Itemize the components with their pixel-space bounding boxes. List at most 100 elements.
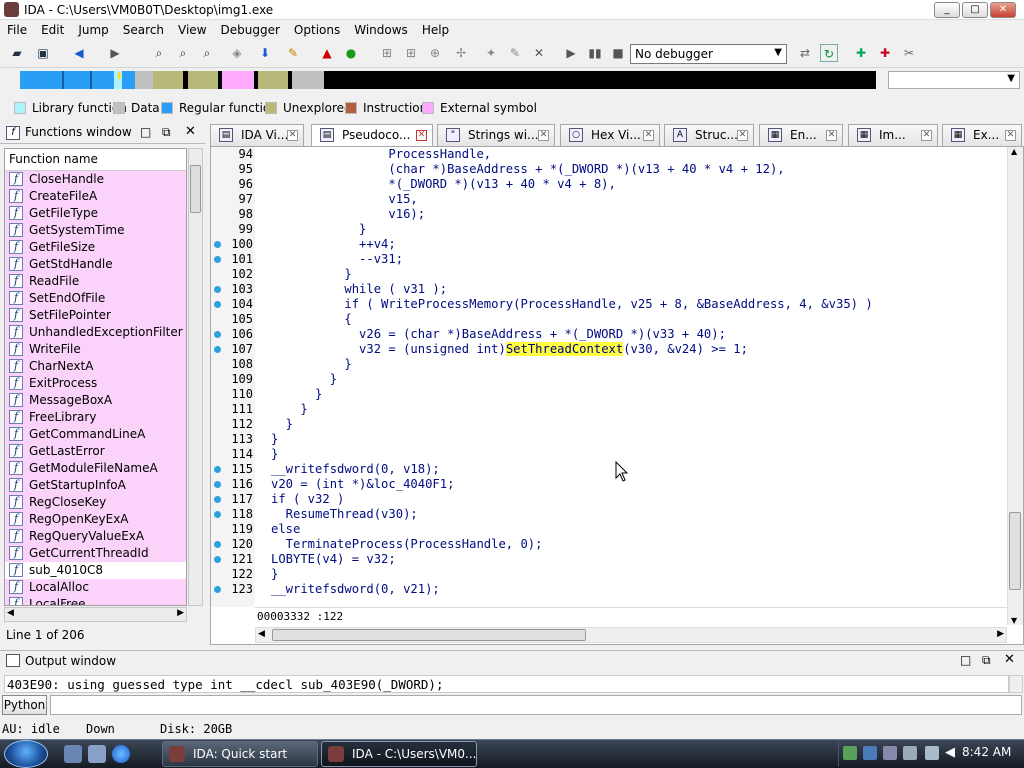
maximize-button[interactable]: □ — [962, 2, 988, 18]
code-line[interactable]: } — [271, 402, 307, 417]
breakpoint-dot-icon[interactable] — [214, 331, 221, 338]
output-scrollbar[interactable] — [1009, 675, 1023, 693]
breakpoint-dot-icon[interactable] — [214, 541, 221, 548]
close-icon[interactable]: ✕ — [416, 130, 427, 141]
highlighted-identifier[interactable]: SetThreadContext — [505, 342, 624, 356]
menu-help[interactable]: Help — [415, 20, 456, 40]
xref-icon[interactable]: ✢ — [452, 44, 470, 62]
code-line[interactable]: } — [271, 372, 337, 387]
code-vscroll-thumb[interactable] — [1009, 512, 1021, 590]
code-line[interactable]: } — [271, 417, 293, 432]
pause-icon[interactable]: ▮▮ — [586, 44, 604, 62]
tray-app-icon[interactable] — [843, 746, 857, 760]
function-list-item[interactable]: f RegOpenKeyExA — [5, 511, 186, 528]
close-icon[interactable]: ✕ — [1004, 652, 1015, 667]
forward-arrow-icon[interactable]: ▶ — [106, 44, 124, 62]
menu-file[interactable]: File — [0, 20, 34, 40]
tab-imports[interactable]: ▦ Im... ✕ — [848, 124, 938, 146]
immediate-search-icon[interactable]: ⌕ — [198, 44, 216, 62]
open-file-icon[interactable]: ▰ — [8, 44, 26, 62]
struct-icon[interactable]: ⊞ — [402, 44, 420, 62]
tab-pseudocode[interactable]: ▤ Pseudoco... ✕ — [311, 124, 433, 147]
tab-structures[interactable]: A Struc... ✕ — [664, 124, 754, 146]
add-breakpoint-icon[interactable]: ✚ — [852, 44, 870, 62]
code-line[interactable]: } — [271, 567, 278, 582]
code-area[interactable]: ProcessHandle, (char *)BaseAddress + *(_… — [255, 147, 1007, 607]
tab-hex-view[interactable]: ○ Hex Vi... ✕ — [560, 124, 660, 146]
code-line[interactable]: while ( v31 ); — [271, 282, 447, 297]
tab-enums[interactable]: ▦ En... ✕ — [759, 124, 843, 146]
code-line[interactable]: } — [271, 222, 366, 237]
function-list-item[interactable]: f MessageBoxA — [5, 392, 186, 409]
code-line[interactable]: v32 = (unsigned int)SetThreadContext(v30… — [271, 342, 748, 357]
code-line[interactable]: v15, — [271, 192, 417, 207]
function-list-item[interactable]: f GetFileType — [5, 205, 186, 222]
code-line[interactable]: __writefsdword(0, v18); — [271, 462, 440, 477]
column-header-function-name[interactable]: Function name — [5, 149, 186, 171]
function-list-item[interactable]: f sub_4010C8 — [5, 562, 186, 579]
function-list-item[interactable]: f ReadFile — [5, 273, 186, 290]
attach-icon[interactable]: ⇄ — [796, 44, 814, 62]
function-list-item[interactable]: f GetLastError — [5, 443, 186, 460]
tools-icon[interactable]: ✂ — [900, 44, 918, 62]
function-list-item[interactable]: f WriteFile — [5, 341, 186, 358]
breakpoint-dot-icon[interactable] — [214, 301, 221, 308]
close-icon[interactable]: ✕ — [643, 130, 654, 141]
function-list-item[interactable]: f FreeLibrary — [5, 409, 186, 426]
refresh-icon[interactable]: ↻ — [820, 44, 838, 62]
code-line[interactable]: LOBYTE(v4) = v32; — [271, 552, 396, 567]
text-search-icon[interactable]: ⌕ — [174, 44, 192, 62]
function-list-item[interactable]: f LocalAlloc — [5, 579, 186, 596]
binary-search-icon[interactable]: ⌕ — [150, 44, 168, 62]
code-line[interactable]: { — [271, 312, 351, 327]
code-line[interactable]: TerminateProcess(ProcessHandle, 0); — [271, 537, 543, 552]
back-arrow-icon[interactable]: ◀ — [70, 44, 88, 62]
menu-jump[interactable]: Jump — [71, 20, 115, 40]
breakpoint-dot-icon[interactable] — [214, 511, 221, 518]
clock[interactable]: 8:42 AM — [962, 745, 1011, 759]
function-list-item[interactable]: f RegQueryValueExA — [5, 528, 186, 545]
tray-app-icon[interactable] — [863, 746, 877, 760]
close-icon[interactable]: ✕ — [921, 130, 932, 141]
code-line[interactable]: v20 = (int *)&loc_4040F1; — [271, 477, 454, 492]
function-list-item[interactable]: f GetCommandLineA — [5, 426, 186, 443]
code-hscroll-thumb[interactable] — [272, 629, 586, 641]
breakpoint-dot-icon[interactable] — [214, 496, 221, 503]
close-icon[interactable]: ✕ — [1005, 130, 1016, 141]
function-list-item[interactable]: f LocalFree — [5, 596, 186, 605]
function-list-item[interactable]: f UnhandledExceptionFilter — [5, 324, 186, 341]
tab-strings[interactable]: " Strings wi... ✕ — [437, 124, 555, 146]
function-list-item[interactable]: f RegCloseKey — [5, 494, 186, 511]
breakpoint-icon[interactable]: ✚ — [876, 44, 894, 62]
close-icon[interactable]: ✕ — [185, 124, 196, 139]
menu-search[interactable]: Search — [116, 20, 171, 40]
close-button[interactable]: ✕ — [990, 2, 1016, 18]
code-line[interactable]: *(_DWORD *)(v13 + 40 * v4 + 8), — [271, 177, 615, 192]
function-list-item[interactable]: f SetFilePointer — [5, 307, 186, 324]
code-line[interactable]: v26 = (char *)BaseAddress + *(_DWORD *)(… — [271, 327, 726, 342]
functions-hscrollbar[interactable]: ◀ ▶ — [4, 607, 187, 622]
graph-icon[interactable]: ✎ — [284, 44, 302, 62]
minimize-button[interactable]: _ — [934, 2, 960, 18]
show-desktop-icon[interactable] — [64, 745, 82, 763]
close-icon[interactable]: ✕ — [826, 130, 837, 141]
breakpoint-dot-icon[interactable] — [214, 586, 221, 593]
python-button[interactable]: Python — [2, 695, 47, 715]
tray-app-icon[interactable] — [903, 746, 917, 760]
code-icon[interactable]: ◈ — [228, 44, 246, 62]
code-line[interactable]: else — [271, 522, 300, 537]
menu-edit[interactable]: Edit — [34, 20, 71, 40]
code-line[interactable]: } — [271, 432, 278, 447]
function-list-item[interactable]: f GetStdHandle — [5, 256, 186, 273]
play-icon[interactable]: ▶ — [562, 44, 580, 62]
tab-exports[interactable]: ▦ Ex... ✕ — [942, 124, 1022, 146]
function-list-item[interactable]: f SetEndOfFile — [5, 290, 186, 307]
function-list-item[interactable]: f GetModuleFileNameA — [5, 460, 186, 477]
segment-select[interactable]: ▼ — [888, 71, 1020, 89]
code-line[interactable]: (char *)BaseAddress + *(_DWORD *)(v13 + … — [271, 162, 784, 177]
menu-debugger[interactable]: Debugger — [214, 20, 287, 40]
code-line[interactable]: if ( v32 ) — [271, 492, 344, 507]
code-line[interactable]: } — [271, 447, 278, 462]
debugger-select[interactable]: No debugger ▼ — [630, 44, 787, 64]
breakpoint-dot-icon[interactable] — [214, 556, 221, 563]
